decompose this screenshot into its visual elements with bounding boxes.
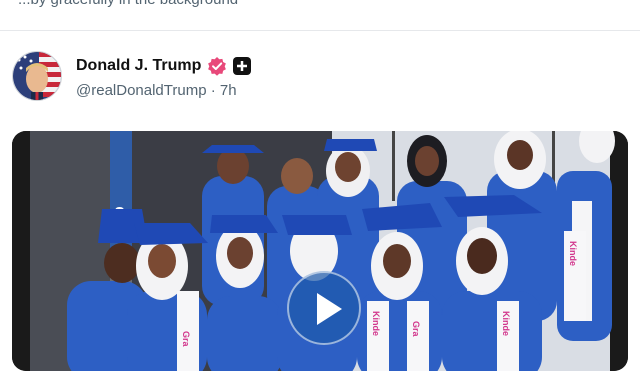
plus-square-icon[interactable] bbox=[233, 57, 252, 75]
sash-label-0: Kinde bbox=[371, 311, 381, 336]
post-timestamp[interactable]: 7h bbox=[220, 82, 237, 99]
verified-badge-icon bbox=[207, 56, 227, 76]
sash-label-4: Kinde bbox=[568, 241, 578, 266]
post-card[interactable]: Donald J. Trump @realDonaldTrump · 7h 2 bbox=[0, 31, 640, 371]
video-thumbnail[interactable]: 2 bbox=[12, 131, 628, 371]
previous-post-text: ...by gracefully in the background bbox=[18, 0, 238, 8]
sash-label-1: Gra bbox=[181, 331, 191, 348]
sash-label-2: Gra bbox=[411, 321, 421, 338]
avatar[interactable] bbox=[12, 51, 62, 101]
author-handle[interactable]: @realDonaldTrump bbox=[76, 82, 207, 99]
handle-row: @realDonaldTrump · 7h bbox=[76, 82, 237, 99]
sash-label-3: Kinde bbox=[501, 311, 511, 336]
author-row: Donald J. Trump bbox=[76, 55, 252, 77]
previous-post-tail: ...by gracefully in the background bbox=[0, 0, 640, 31]
play-icon bbox=[317, 293, 342, 325]
flag-portrait-avatar-image bbox=[13, 52, 61, 100]
play-button[interactable] bbox=[287, 271, 361, 345]
author-name[interactable]: Donald J. Trump bbox=[76, 57, 201, 75]
handle-separator: · bbox=[206, 82, 220, 99]
